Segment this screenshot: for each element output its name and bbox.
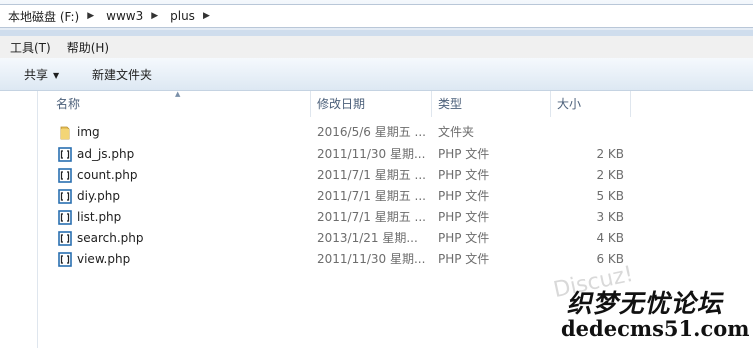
command-bar: 共享 ▼ 新建文件夹 xyxy=(0,58,753,91)
file-size xyxy=(528,122,624,143)
file-type: PHP 文件 xyxy=(438,189,490,203)
watermark-title: 织梦无忧论坛 xyxy=(565,289,728,318)
breadcrumb-www3[interactable]: www3 xyxy=(98,9,147,23)
file-name: img xyxy=(77,125,100,139)
file-name: search.php xyxy=(77,231,144,245)
file-type: 文件夹 xyxy=(438,125,475,139)
file-row[interactable]: view.php 2011/11/30 星期... PHP 文件 6 KB xyxy=(54,249,634,270)
file-type: PHP 文件 xyxy=(438,210,490,224)
breadcrumb-chevron-icon[interactable]: ▶ xyxy=(147,11,162,21)
sort-ascending-icon: ▲ xyxy=(175,90,181,98)
chevron-down-icon: ▼ xyxy=(53,71,60,80)
file-type: PHP 文件 xyxy=(438,231,490,245)
file-row[interactable]: diy.php 2011/7/1 星期五 ... PHP 文件 5 KB xyxy=(54,186,634,207)
php-file-icon xyxy=(58,210,72,225)
share-button[interactable]: 共享 ▼ xyxy=(24,66,59,83)
menu-help[interactable]: 帮助(H) xyxy=(57,39,115,56)
file-row[interactable]: count.php 2011/7/1 星期五 ... PHP 文件 2 KB xyxy=(54,165,634,186)
php-file-icon xyxy=(58,147,72,162)
file-name: count.php xyxy=(77,168,138,182)
menu-tools[interactable]: 工具(T) xyxy=(0,39,57,56)
file-size: 4 KB xyxy=(596,231,624,245)
file-name: list.php xyxy=(77,210,122,224)
file-date: 2011/7/1 星期五 ... xyxy=(317,189,426,203)
file-date: 2011/11/30 星期... xyxy=(317,252,426,266)
new-folder-button[interactable]: 新建文件夹 xyxy=(92,66,152,83)
address-bar-region: 本地磁盘 (F:) ▶ www3 ▶ plus ▶ xyxy=(0,0,753,30)
watermark-url: dedecms51.com xyxy=(561,316,750,341)
breadcrumb-drive[interactable]: 本地磁盘 (F:) xyxy=(0,8,83,25)
share-label: 共享 xyxy=(24,68,49,82)
file-date: 2011/7/1 星期五 ... xyxy=(317,168,426,182)
file-size: 2 KB xyxy=(596,168,624,182)
php-file-icon xyxy=(58,231,72,246)
column-divider[interactable] xyxy=(310,91,311,117)
file-type: PHP 文件 xyxy=(438,168,490,182)
column-divider[interactable] xyxy=(550,91,551,117)
file-date: 2016/5/6 星期五 ... xyxy=(317,125,426,139)
file-name: ad_js.php xyxy=(77,147,135,161)
php-file-icon xyxy=(58,189,72,204)
file-row[interactable]: list.php 2011/7/1 星期五 ... PHP 文件 3 KB xyxy=(54,207,634,228)
file-date: 2011/11/30 星期... xyxy=(317,147,426,161)
column-header-type[interactable]: 类型 xyxy=(438,95,462,113)
file-date: 2013/1/21 星期... xyxy=(317,231,418,245)
file-name: view.php xyxy=(77,252,131,266)
column-header-modified[interactable]: 修改日期 xyxy=(317,95,365,113)
column-divider[interactable] xyxy=(431,91,432,117)
file-size: 2 KB xyxy=(596,147,624,161)
address-bar[interactable]: 本地磁盘 (F:) ▶ www3 ▶ plus ▶ xyxy=(0,4,753,28)
folder-icon xyxy=(58,125,72,140)
file-type: PHP 文件 xyxy=(438,147,490,161)
navigation-pane-divider[interactable] xyxy=(37,91,38,348)
file-row[interactable]: search.php 2013/1/21 星期... PHP 文件 4 KB xyxy=(54,228,634,249)
column-header-size[interactable]: 大小 xyxy=(557,95,581,113)
file-size: 5 KB xyxy=(596,189,624,203)
php-file-icon xyxy=(58,252,72,267)
breadcrumb-chevron-icon[interactable]: ▶ xyxy=(83,11,98,21)
file-row[interactable]: img 2016/5/6 星期五 ... 文件夹 xyxy=(54,122,634,143)
php-file-icon xyxy=(58,168,72,183)
file-date: 2011/7/1 星期五 ... xyxy=(317,210,426,224)
breadcrumb-plus[interactable]: plus xyxy=(162,9,199,23)
column-header-name[interactable]: 名称 xyxy=(56,95,80,113)
file-row[interactable]: ad_js.php 2011/11/30 星期... PHP 文件 2 KB xyxy=(54,144,634,165)
file-name: diy.php xyxy=(77,189,120,203)
menu-bar: 工具(T) 帮助(H) xyxy=(0,36,753,58)
breadcrumb-chevron-icon[interactable]: ▶ xyxy=(199,11,214,21)
file-type: PHP 文件 xyxy=(438,252,490,266)
file-size: 3 KB xyxy=(596,210,624,224)
column-divider[interactable] xyxy=(630,91,631,117)
